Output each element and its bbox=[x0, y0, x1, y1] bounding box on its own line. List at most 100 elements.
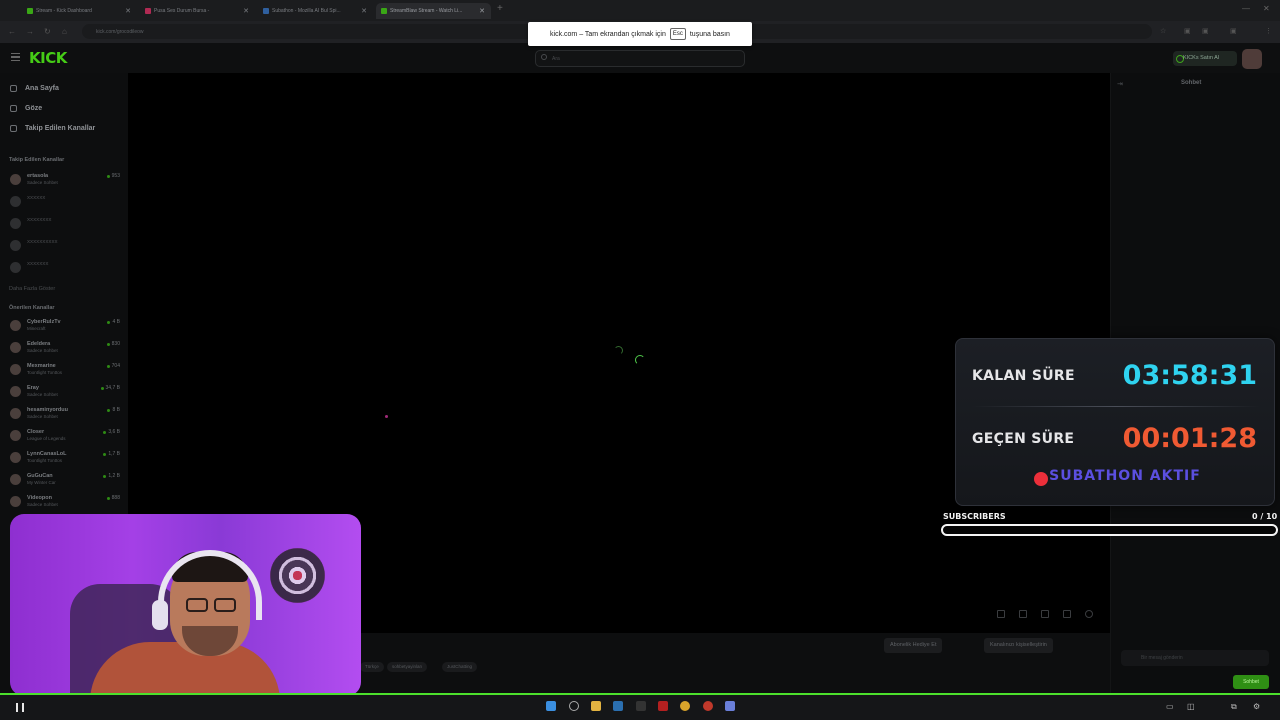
channel-name: Closer bbox=[27, 429, 45, 435]
steam-icon[interactable] bbox=[613, 701, 623, 711]
channel-avatar bbox=[10, 452, 21, 463]
recommended-channel[interactable]: hesaminyorduu Sadece Sohbet 8 B bbox=[8, 406, 120, 426]
search-input[interactable]: Ara bbox=[535, 50, 745, 67]
sidebar-item-following[interactable]: Takip Edilen Kanallar bbox=[10, 125, 95, 132]
settings-icon[interactable] bbox=[1085, 610, 1093, 618]
user-avatar[interactable] bbox=[1242, 49, 1262, 69]
extension-icon[interactable]: ▣ bbox=[1230, 27, 1237, 35]
forward-icon[interactable]: → bbox=[26, 27, 34, 36]
browser-tab-active[interactable]: StreamBlaw Stream - Watch Li... ✕ bbox=[376, 3, 491, 19]
recommended-channel[interactable]: Eray Sadece Sohbet 34,7 B bbox=[8, 384, 120, 404]
home-icon bbox=[10, 85, 17, 92]
tray-icon[interactable]: ▭ bbox=[1166, 702, 1174, 711]
chrome-icon[interactable] bbox=[680, 701, 690, 711]
live-dot-icon bbox=[103, 452, 107, 456]
buy-kicks-button[interactable]: KICKs Satın Al bbox=[1173, 51, 1237, 66]
menu-dots-icon[interactable]: ⋮ bbox=[1265, 27, 1272, 35]
send-chat-button[interactable]: Sohbet bbox=[1233, 675, 1269, 689]
customize-channel-button[interactable]: Kanalınızı kişiselleştirin bbox=[984, 638, 1053, 653]
app-icon[interactable] bbox=[658, 701, 668, 711]
channel-name: LynnCanasLoL bbox=[27, 451, 67, 457]
followed-channel[interactable]: xxxxxx bbox=[8, 194, 120, 214]
hamburger-menu-icon[interactable] bbox=[11, 53, 20, 61]
search-icon bbox=[541, 54, 547, 60]
channel-avatar bbox=[10, 342, 21, 353]
recommended-channel[interactable]: Videopon Sadece Sohbet 888 bbox=[8, 494, 120, 514]
tab-title: Subathon - Mozilla AI Bul Spi... bbox=[272, 8, 341, 14]
stream-tag[interactable]: JustChatting bbox=[442, 662, 478, 672]
live-dot-icon bbox=[106, 342, 110, 346]
viewer-count: 953 bbox=[106, 173, 120, 179]
sidebar-item-browse[interactable]: Göze bbox=[10, 105, 42, 112]
settings-icon[interactable]: ⚙ bbox=[1253, 702, 1260, 711]
channel-avatar bbox=[10, 430, 21, 441]
browser-tab[interactable]: Pusa Ses Durum Bursa - ✕ bbox=[140, 3, 255, 19]
close-tab-icon[interactable]: ✕ bbox=[479, 7, 485, 15]
followed-channel[interactable]: xxxxxxx bbox=[8, 260, 120, 280]
recommended-channel[interactable]: Closer League of Legends 3,6 B bbox=[8, 428, 120, 448]
collapse-chat-icon[interactable]: ⇥ bbox=[1117, 80, 1123, 88]
theater-mode-icon[interactable] bbox=[1041, 610, 1049, 618]
browser-tab[interactable]: Subathon - Mozilla AI Bul Spi... ✕ bbox=[258, 3, 373, 19]
close-window-icon[interactable]: ✕ bbox=[1263, 4, 1270, 13]
gift-subs-button[interactable]: Abonelik Hediye Et bbox=[884, 638, 943, 653]
stream-tag[interactable]: sohbetyayinları bbox=[387, 662, 428, 672]
search-icon[interactable] bbox=[569, 701, 579, 711]
reload-icon[interactable]: ↻ bbox=[44, 27, 51, 36]
minimize-icon[interactable]: — bbox=[1242, 4, 1250, 13]
sidebar-item-home[interactable]: Ana Sayfa bbox=[10, 85, 59, 92]
browser-tab[interactable]: Stream - Kick Dashboard ✕ bbox=[22, 3, 137, 19]
folder-icon[interactable] bbox=[591, 701, 601, 711]
followed-channel[interactable]: xxxxxxxx bbox=[8, 216, 120, 236]
pip-icon[interactable] bbox=[1019, 610, 1027, 618]
viewer-count-value: 1,2 B bbox=[108, 473, 120, 479]
chat-input[interactable]: Bir mesaj gönderin bbox=[1121, 650, 1269, 666]
close-tab-icon[interactable]: ✕ bbox=[243, 7, 249, 15]
viewer-count-value: 888 bbox=[111, 495, 120, 501]
close-tab-icon[interactable]: ✕ bbox=[361, 7, 367, 15]
star-icon[interactable]: ☆ bbox=[1160, 27, 1166, 35]
channel-name: xxxxxx bbox=[27, 195, 46, 201]
elapsed-time-label: GEÇEN SÜRE bbox=[972, 431, 1075, 447]
back-icon[interactable]: ← bbox=[8, 27, 16, 36]
compass-icon bbox=[10, 105, 17, 112]
esc-key: Esc bbox=[669, 28, 686, 40]
headset bbox=[158, 550, 262, 620]
viewer-count-value: 1,7 B bbox=[108, 451, 120, 457]
recommended-channel[interactable]: Edeldera Sadece Sohbet 830 bbox=[8, 340, 120, 360]
extension-icon[interactable]: ▣ bbox=[1184, 27, 1191, 35]
recommended-channel[interactable]: CyberRulzTv Minecraft 4 B bbox=[8, 318, 120, 338]
close-tab-icon[interactable]: ✕ bbox=[125, 7, 131, 15]
followed-channel[interactable]: xxxxxxxxxx bbox=[8, 238, 120, 258]
app-icon[interactable] bbox=[725, 701, 735, 711]
clip-icon[interactable] bbox=[997, 610, 1005, 618]
kick-logo[interactable]: KICK bbox=[29, 49, 67, 67]
stream-tag[interactable]: Türkçe bbox=[360, 662, 384, 672]
viewer-count: 4 B bbox=[107, 319, 120, 325]
start-icon[interactable] bbox=[546, 701, 556, 711]
home-icon[interactable]: ⌂ bbox=[62, 27, 67, 36]
fullscreen-notice-text: kick.com – Tam ekrandan çıkmak için bbox=[550, 30, 666, 38]
tray-icon[interactable]: ◫ bbox=[1187, 702, 1195, 711]
viewer-count: 3,6 B bbox=[103, 429, 120, 435]
viewer-count: 830 bbox=[106, 341, 120, 347]
channel-category: Minecraft bbox=[27, 326, 46, 331]
favicon-icon bbox=[27, 8, 33, 14]
new-tab-icon[interactable]: + bbox=[497, 3, 503, 14]
channel-name: xxxxxxxx bbox=[27, 217, 52, 223]
recommended-channel[interactable]: LynnCanasLoL Toontlight Tonttos 1,7 B bbox=[8, 450, 120, 470]
channel-avatar bbox=[10, 196, 21, 207]
app-icon[interactable] bbox=[703, 701, 713, 711]
sidebar-item-label: Göze bbox=[25, 105, 43, 112]
channel-name: xxxxxxxxxx bbox=[27, 239, 58, 245]
tray-icon[interactable]: ⧉ bbox=[1231, 702, 1237, 712]
followed-channel[interactable]: ertasola Sadece Sohbet 953 bbox=[8, 172, 120, 192]
app-icon[interactable] bbox=[636, 701, 646, 711]
recommended-channel[interactable]: Mexmarine Toontlight Tonttos 704 bbox=[8, 362, 120, 382]
fullscreen-icon[interactable] bbox=[1063, 610, 1071, 618]
extension-icon[interactable]: ▣ bbox=[1202, 27, 1209, 35]
recommended-channel[interactable]: GuGuCan My Winter Car 1,2 B bbox=[8, 472, 120, 492]
pause-icon[interactable] bbox=[16, 703, 24, 712]
show-more-link[interactable]: Daha Fazla Göster bbox=[9, 286, 55, 292]
channel-avatar bbox=[10, 240, 21, 251]
